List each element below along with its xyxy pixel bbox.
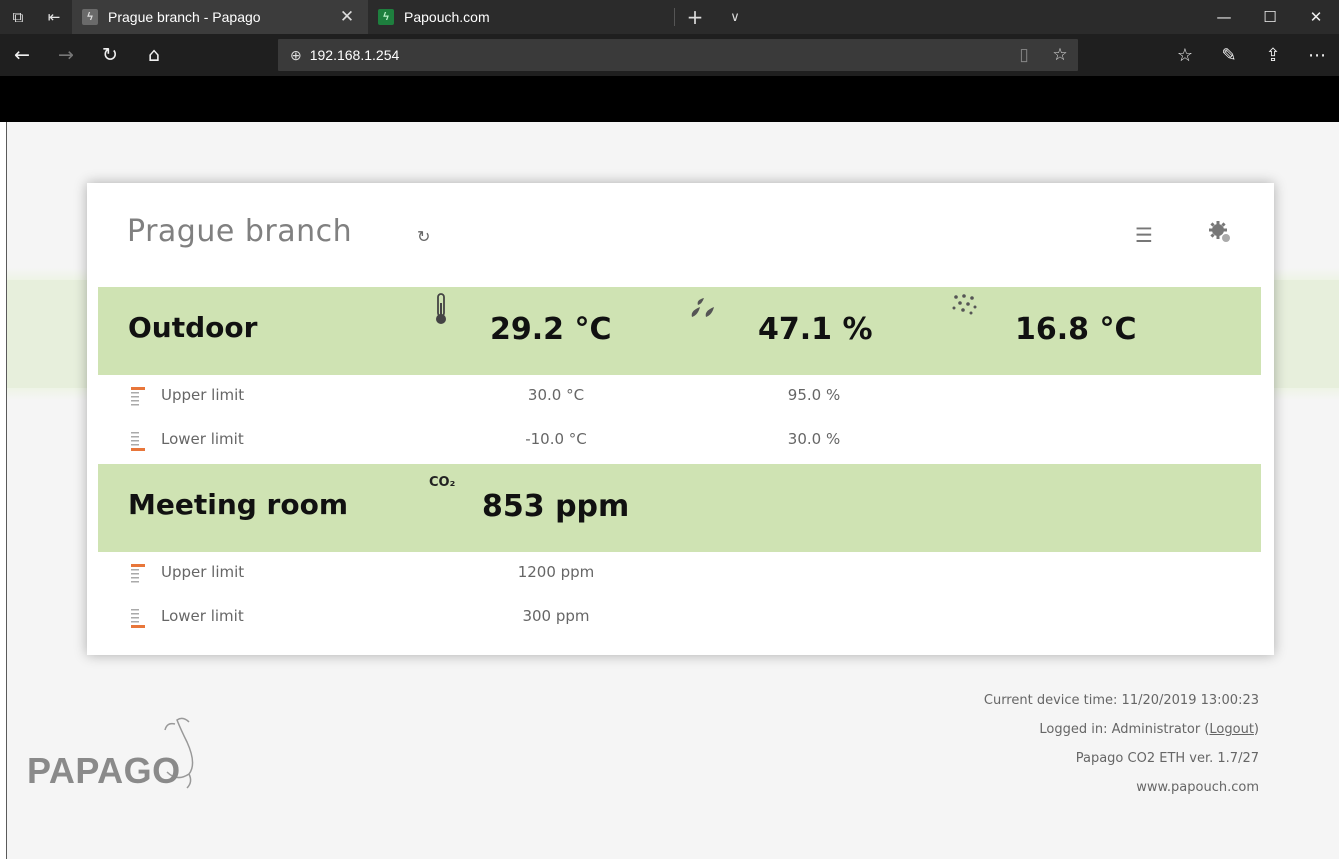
menu-icon[interactable]: ☰ bbox=[1135, 223, 1153, 247]
dew-point-value: 16.8 °C bbox=[1015, 312, 1137, 347]
minimize-icon[interactable]: — bbox=[1201, 0, 1247, 34]
limit-label: Upper limit bbox=[161, 386, 245, 404]
globe-icon: ⊕ bbox=[290, 46, 302, 63]
website-text: www.papouch.com bbox=[1136, 780, 1259, 795]
logout-link[interactable]: Logout bbox=[1209, 722, 1254, 737]
version-info: Papago CO2 ETH ver. 1.7/27 bbox=[1075, 751, 1259, 766]
sensor-card: Prague branch ↻ ☰ Outdoor 29.2 °C 47.1 %… bbox=[87, 183, 1274, 655]
home-icon[interactable]: ⌂ bbox=[132, 34, 176, 76]
limit-value: 300 ppm bbox=[522, 607, 590, 625]
sensor-name: Meeting room bbox=[128, 488, 349, 521]
refresh-icon[interactable]: ↻ bbox=[88, 34, 132, 76]
forward-icon[interactable]: → bbox=[44, 34, 88, 76]
limit-value: -10.0 °C bbox=[525, 430, 587, 448]
navigation-bar: ← → ↻ ⌂ ⊕ 192.168.1.254 ▯ ☆ ☆ ✎ ⇪ ⋯ bbox=[0, 34, 1339, 76]
tab-papouch[interactable]: ϟ Papouch.com bbox=[368, 0, 674, 34]
lower-limit-icon bbox=[131, 432, 145, 451]
sensor-name: Outdoor bbox=[128, 311, 258, 344]
lower-limit-row: Lower limit 300 ppm bbox=[98, 596, 1261, 640]
url-text[interactable]: 192.168.1.254 bbox=[310, 47, 1006, 63]
logged-in-status: Logged in: Administrator (Logout) bbox=[984, 715, 1259, 744]
upper-limit-icon bbox=[131, 387, 145, 406]
tab-title: Prague branch - Papago bbox=[108, 9, 261, 25]
close-window-icon[interactable]: ✕ bbox=[1293, 0, 1339, 34]
more-icon[interactable]: ⋯ bbox=[1295, 34, 1339, 76]
limit-value: 95.0 % bbox=[787, 386, 841, 404]
limit-value: 1200 ppm bbox=[517, 563, 595, 581]
reading-view-icon[interactable]: ▯ bbox=[1006, 45, 1042, 65]
thermometer-icon bbox=[436, 293, 446, 324]
share-icon[interactable]: ⇪ bbox=[1251, 34, 1295, 76]
window-frame bbox=[0, 122, 7, 859]
co2-icon: CO₂ bbox=[429, 475, 456, 490]
refresh-icon[interactable]: ↻ bbox=[417, 227, 430, 246]
limit-value: 30.0 % bbox=[787, 430, 841, 448]
humidity-drops-icon bbox=[691, 298, 714, 317]
lower-limit-row: Lower limit -10.0 °C 30.0 % bbox=[98, 419, 1261, 463]
limit-label: Upper limit bbox=[161, 563, 245, 581]
limit-label: Lower limit bbox=[161, 430, 244, 448]
lower-limit-icon bbox=[131, 609, 145, 628]
upper-limit-row: Upper limit 1200 ppm bbox=[98, 552, 1261, 596]
address-bar[interactable]: ⊕ 192.168.1.254 ▯ ☆ bbox=[278, 39, 1078, 71]
logged-in-suffix: ) bbox=[1253, 722, 1259, 737]
upper-limit-icon bbox=[131, 564, 145, 583]
page-content: Prague branch ↻ ☰ Outdoor 29.2 °C 47.1 %… bbox=[0, 122, 1339, 859]
logo-text: PAPAGO bbox=[27, 750, 181, 791]
chrome-border bbox=[0, 76, 1339, 122]
sensor-row-meeting-room: Meeting room CO₂ 853 ppm bbox=[98, 464, 1261, 552]
page-title: Prague branch bbox=[127, 214, 353, 249]
maximize-icon[interactable]: ☐ bbox=[1247, 0, 1293, 34]
humidity-value: 47.1 % bbox=[758, 312, 873, 347]
papouch-favicon-icon: ϟ bbox=[378, 9, 394, 25]
upper-limit-row: Upper limit 30.0 °C 95.0 % bbox=[98, 375, 1261, 419]
tab-strip: ⧉ ⇤ ϟ Prague branch - Papago ✕ ϟ Papouch… bbox=[0, 0, 1339, 34]
tab-title: Papouch.com bbox=[404, 9, 490, 25]
close-tab-icon[interactable]: ✕ bbox=[336, 7, 358, 27]
tabs-aside-icon[interactable]: ⇤ bbox=[36, 0, 72, 34]
tab-prague-branch[interactable]: ϟ Prague branch - Papago ✕ bbox=[72, 0, 368, 34]
co2-value: 853 ppm bbox=[482, 489, 630, 524]
dew-point-icon bbox=[952, 294, 977, 315]
logged-in-text: Logged in: Administrator ( bbox=[1039, 722, 1210, 737]
papago-favicon-icon: ϟ bbox=[82, 9, 98, 25]
pen-notes-icon[interactable]: ✎ bbox=[1207, 34, 1251, 76]
limit-value: 30.0 °C bbox=[527, 386, 585, 404]
chevron-down-icon[interactable]: ∨ bbox=[715, 0, 755, 34]
device-time: Current device time: 11/20/2019 13:00:23 bbox=[983, 693, 1259, 708]
limit-label: Lower limit bbox=[161, 607, 244, 625]
papago-logo: PAPAGO bbox=[27, 712, 227, 792]
favorites-list-icon[interactable]: ☆ bbox=[1163, 34, 1207, 76]
back-icon[interactable]: ← bbox=[0, 34, 44, 76]
set-aside-tabs-icon[interactable]: ⧉ bbox=[0, 0, 36, 34]
footer-info: Current device time: 11/20/2019 13:00:23… bbox=[984, 686, 1259, 802]
new-tab-icon[interactable]: + bbox=[675, 0, 715, 34]
temperature-value: 29.2 °C bbox=[490, 312, 612, 347]
gear-icon[interactable] bbox=[1207, 219, 1233, 245]
sensor-row-outdoor: Outdoor 29.2 °C 47.1 % 16.8 °C bbox=[98, 287, 1261, 375]
favorite-star-icon[interactable]: ☆ bbox=[1042, 45, 1078, 65]
